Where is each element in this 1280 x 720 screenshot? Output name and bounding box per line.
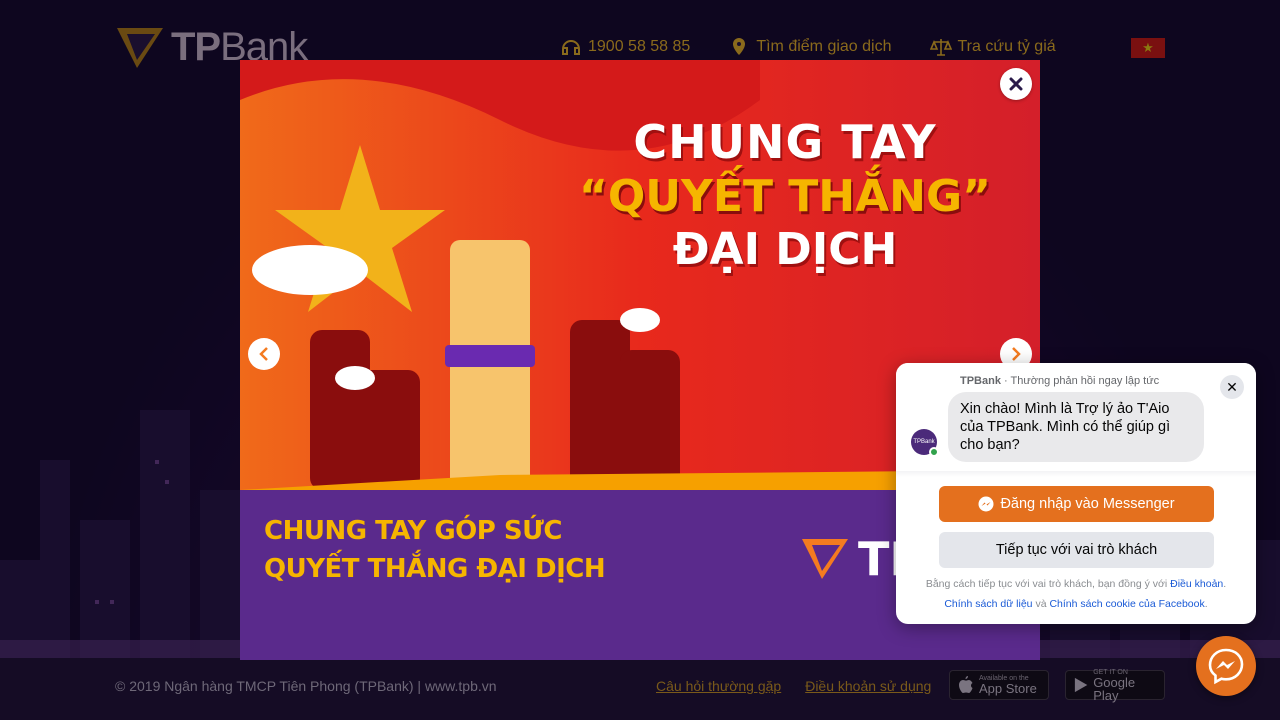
chat-response-note: Thường phản hồi ngay lập tức — [1010, 375, 1160, 387]
banner-headline: CHUNG TAY “QUYẾT THẮNG” ĐẠI DỊCH — [570, 115, 1000, 275]
apple-icon — [959, 676, 973, 693]
guest-button-label: Tiếp tục với vai trò khách — [995, 542, 1158, 558]
terms-of-use-link[interactable]: Điều khoản sử dụng — [805, 678, 931, 694]
chat-page-name: TPBank — [960, 375, 1001, 387]
terms-and: và — [1035, 598, 1047, 610]
exchange-rate-link[interactable]: Tra cứu tỷ giá — [929, 36, 1056, 58]
app-store-button[interactable]: Available on the App Store — [949, 670, 1049, 700]
chat-terms-text: Bằng cách tiếp tục với vai trò khách, bạ… — [925, 578, 1227, 610]
google-play-button[interactable]: GET IT ON Google Play — [1065, 669, 1165, 703]
terms-prefix: Bằng cách tiếp tục với vai trò khách, bạ… — [925, 578, 1168, 590]
subtitle-line-2: QUYẾT THẮNG ĐẠI DỊCH — [264, 554, 606, 584]
hotline-link[interactable]: 1900 58 58 85 — [560, 36, 690, 58]
messenger-icon — [1208, 648, 1244, 685]
headline-line-3: ĐẠI DỊCH — [672, 224, 898, 275]
tpbank-logo-icon — [802, 539, 848, 579]
google-play-label: Google Play — [1093, 674, 1136, 703]
exchange-rate-text: Tra cứu tỷ giá — [957, 38, 1056, 55]
find-branch-link[interactable]: Tìm điểm giao dịch — [728, 36, 892, 58]
chat-close-button[interactable]: ✕ — [1220, 375, 1244, 399]
privacy-link[interactable]: Chính sách dữ liệu — [944, 598, 1032, 610]
online-status-dot — [929, 447, 939, 457]
scale-icon — [929, 39, 952, 56]
close-icon — [1009, 77, 1023, 91]
messenger-chat-widget: TPBank · Thường phản hồi ngay lập tức ✕ … — [896, 363, 1256, 624]
headline-line-2: “QUYẾT THẮNG” — [578, 171, 992, 222]
chat-meta: TPBank · Thường phản hồi ngay lập tức — [960, 375, 1160, 387]
tpbank-logo-icon — [117, 27, 163, 68]
star-icon: ★ — [1142, 40, 1154, 55]
google-play-icon — [1074, 677, 1088, 693]
chat-divider — [896, 471, 1256, 477]
footer-links: Câu hỏi thường gặp Điều khoản sử dụng — [656, 678, 931, 694]
subtitle-line-1: CHUNG TAY GÓP SỨC — [264, 516, 562, 546]
headline-line-1: CHUNG TAY — [633, 115, 937, 169]
copyright-text: © 2019 Ngân hàng TMCP Tiên Phong (TPBank… — [115, 678, 497, 694]
messenger-icon — [978, 496, 994, 512]
banner-subtitle: CHUNG TAY GÓP SỨC QUYẾT THẮNG ĐẠI DỊCH — [264, 512, 606, 588]
faq-link[interactable]: Câu hỏi thường gặp — [656, 678, 781, 694]
messenger-fab-button[interactable] — [1196, 636, 1256, 696]
find-branch-text: Tìm điểm giao dịch — [756, 38, 892, 55]
close-icon: ✕ — [1226, 378, 1238, 395]
chat-greeting-bubble: Xin chào! Mình là Trợ lý ảo T'Aio của TP… — [948, 392, 1204, 462]
app-store-label: App Store — [979, 681, 1037, 696]
site-footer: © 2019 Ngân hàng TMCP Tiên Phong (TPBank… — [0, 658, 1280, 720]
language-flag-vn[interactable]: ★ — [1131, 38, 1165, 58]
cookie-policy-link[interactable]: Chính sách cookie của Facebook — [1049, 598, 1204, 610]
messenger-login-button[interactable]: Đăng nhập vào Messenger — [939, 486, 1214, 522]
headphones-icon — [562, 40, 580, 55]
continue-as-guest-button[interactable]: Tiếp tục với vai trò khách — [939, 532, 1214, 568]
chat-avatar: TPBank — [911, 429, 939, 457]
banner-close-button[interactable] — [1000, 68, 1032, 100]
hotline-text: 1900 58 58 85 — [588, 38, 691, 55]
banner-prev-button[interactable] — [248, 338, 280, 370]
terms-link[interactable]: Điều khoản — [1170, 578, 1223, 590]
header-links: 1900 58 58 85 Tìm điểm giao dịch Tra cứu… — [560, 36, 1094, 58]
chevron-left-icon — [259, 347, 268, 361]
messenger-login-label: Đăng nhập vào Messenger — [1000, 496, 1175, 512]
map-pin-icon — [733, 38, 746, 55]
chevron-right-icon — [1012, 347, 1021, 361]
